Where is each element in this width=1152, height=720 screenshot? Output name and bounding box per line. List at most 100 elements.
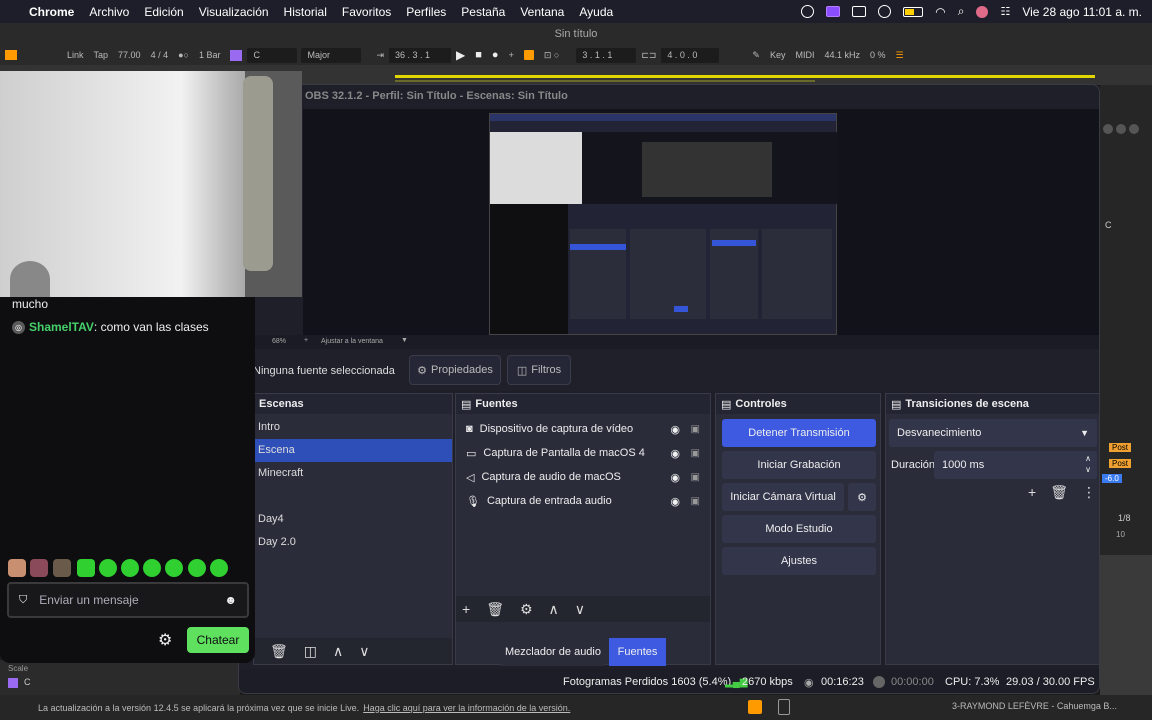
arrow-down-icon[interactable]: ∨ [359,643,369,660]
webcam-window[interactable] [0,71,302,297]
view-toggle-icon[interactable] [0,47,22,63]
menu-archivo[interactable]: Archivo [89,5,129,19]
chat-input[interactable]: ⛉ Enviar un mensaje ☻ [7,582,249,618]
start-recording-button[interactable]: Iniciar Grabación [722,451,876,479]
stop-stream-button[interactable]: Detener Transmisión [722,419,876,447]
emote-icon[interactable] [30,559,48,577]
knob-icon[interactable] [1103,124,1113,134]
tab-audio-mixer[interactable]: Mezclador de audio [501,638,605,666]
play-icon[interactable]: ▶ [451,47,470,63]
add-icon[interactable]: + [1028,484,1036,501]
lock-icon[interactable]: ▣ [691,448,700,459]
release-notes-link[interactable]: Haga clic aquí para ver la información d… [363,703,570,713]
trash-icon[interactable]: 🗑 [486,601,504,618]
chevron-down-icon[interactable]: ▼ [401,337,408,344]
menu-pestana[interactable]: Pestaña [461,5,505,19]
menu-perfiles[interactable]: Perfiles [406,5,446,19]
tap-button[interactable]: Tap [89,47,114,63]
properties-button[interactable]: ⚙ Propiedades [409,355,501,385]
emote-icon[interactable] [53,559,71,577]
screen-record-icon[interactable] [826,6,841,17]
arrow-up-icon[interactable]: ∧ [549,601,559,618]
settings-button[interactable]: Ajustes [722,547,876,575]
scroll-handle[interactable] [778,699,790,715]
eye-icon[interactable]: ◉ [670,423,680,436]
metronome-icon[interactable]: ●○ [173,47,194,63]
gear-icon[interactable]: ⚙ [520,601,533,618]
scene-item[interactable]: Day4 [254,508,452,531]
menu-chrome[interactable]: Chrome [29,5,74,19]
waveform[interactable] [1100,555,1152,695]
menu-ayuda[interactable]: Ayuda [579,5,613,19]
stepper-icon[interactable]: ∧ ∨ [1085,453,1091,475]
obs-preview[interactable] [303,109,1099,335]
scale-select[interactable]: Major [301,47,362,63]
tag-icon[interactable] [852,6,867,17]
loop-brace[interactable] [395,75,1095,78]
bpm-field[interactable]: 77.00 [113,47,146,63]
duration-field[interactable]: 1000 ms ∧ ∨ [934,451,1097,479]
filter-icon[interactable]: ◫ [304,643,317,660]
scene-item[interactable]: Intro [254,416,452,439]
virtual-camera-button[interactable]: Iniciar Cámara Virtual [722,483,844,511]
emote-icon[interactable] [121,559,139,577]
meter-field[interactable]: 4 / 4 [146,47,174,63]
capture-icon[interactable]: ⊡ ○ [539,47,564,63]
control-center-icon[interactable]: ☷ [1000,5,1010,18]
grid-select[interactable]: 1/8 [1118,513,1131,523]
arrow-down-icon[interactable]: ∨ [575,601,585,618]
emote-icon[interactable] [99,559,117,577]
shield-icon[interactable]: ⛉ [19,594,27,607]
lock-icon[interactable]: ▣ [691,472,700,483]
lock-icon[interactable]: ▣ [691,496,700,507]
link-button[interactable]: Link [62,47,89,63]
menu-ventana[interactable]: Ventana [520,5,564,19]
loop-start-field[interactable]: 3 . 1 . 1 [576,47,637,63]
menu-edicion[interactable]: Edición [144,5,183,19]
menu-favoritos[interactable]: Favoritos [342,5,391,19]
emote-icon[interactable] [165,559,183,577]
tab-sources[interactable]: Fuentes [609,638,666,666]
studio-mode-button[interactable]: Modo Estudio [722,515,876,543]
emote-icon[interactable] [143,559,161,577]
scale-icon[interactable] [225,47,247,63]
record-icon[interactable]: ● [487,47,504,63]
fit-select[interactable]: Ajustar a la ventana [321,338,383,345]
draw-icon[interactable]: ✎ [747,47,765,63]
punch-icon[interactable]: ⊏⊐ [636,47,661,63]
eye-icon[interactable]: ◉ [670,495,680,508]
scene-item[interactable]: Minecraft [254,462,452,485]
menu-visualizacion[interactable]: Visualización [199,5,269,19]
post-label[interactable]: Post [1109,443,1132,452]
add-icon[interactable]: + [462,601,470,617]
emote-icon[interactable] [8,559,26,577]
loop-length-field[interactable]: 4 . 0 . 0 [661,47,720,63]
filters-button[interactable]: ◫ Filtros [507,355,571,385]
key-select[interactable]: C [247,47,298,63]
trash-icon[interactable]: 🗑 [270,643,288,660]
post-label[interactable]: Post [1109,459,1132,468]
emote-icon[interactable] [210,559,228,577]
transition-select[interactable]: Desvanecimiento ▼ [889,419,1097,447]
warning-icon[interactable] [748,700,762,714]
play-circle-icon[interactable] [878,5,892,18]
position-field[interactable]: 36 . 3 . 1 [389,47,452,63]
more-icon[interactable]: ⋮ [1082,484,1096,501]
emote-icon[interactable] [188,559,206,577]
source-item[interactable]: 🎙 Captura de entrada audio ◉ ▣ [456,489,710,513]
midi-map-label[interactable]: MIDI [790,47,819,63]
knob-icon[interactable] [1116,124,1126,134]
gear-icon[interactable]: ⚙ [158,630,172,650]
scene-item-selected[interactable]: Escena [254,439,452,462]
user-avatar-icon[interactable] [976,5,989,18]
source-item[interactable]: ◁ Captura de audio de macOS ◉ ▣ [456,465,710,489]
stop-icon[interactable]: ■ [470,47,487,63]
zoom-level[interactable]: 68% [272,338,286,345]
trash-icon[interactable]: 🗑 [1050,484,1068,501]
menu-icon[interactable]: ☰ [891,47,909,63]
automation-icon[interactable] [519,47,539,63]
chat-send-button[interactable]: Chatear [187,627,249,653]
virtual-camera-settings-button[interactable]: ⚙ [848,483,876,511]
knob-icon[interactable] [1129,124,1139,134]
follow-icon[interactable]: ⇥ [371,47,389,63]
